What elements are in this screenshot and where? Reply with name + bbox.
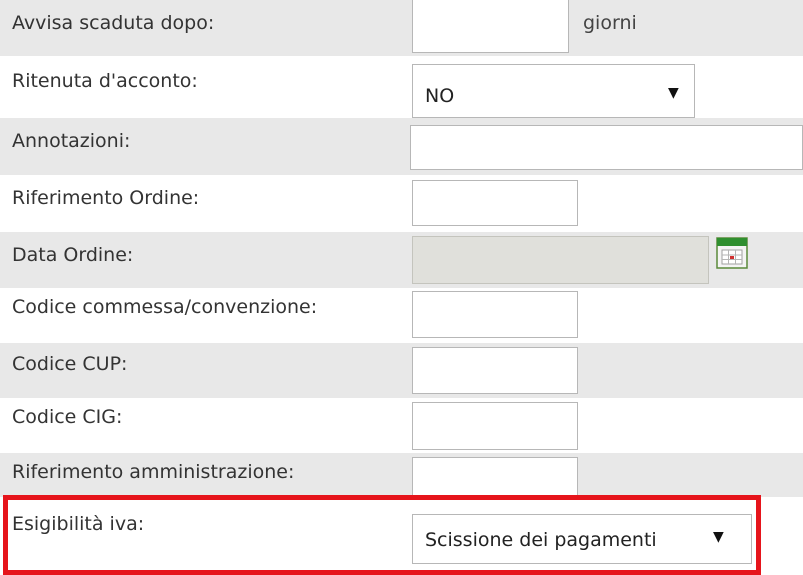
riferimento-ordine-label: Riferimento Ordine:: [12, 187, 200, 209]
data-ordine-input[interactable]: [412, 236, 709, 284]
row-avvisa-scaduta: Avvisa scaduta dopo: giorni: [0, 0, 803, 56]
row-codice-cig: Codice CIG:: [0, 398, 803, 453]
row-codice-commessa: Codice commessa/convenzione:: [0, 288, 803, 343]
codice-cup-label: Codice CUP:: [12, 353, 128, 375]
codice-cig-input[interactable]: [412, 402, 578, 450]
row-codice-cup: Codice CUP:: [0, 343, 803, 398]
ritenuta-acconto-value: NO: [425, 85, 455, 107]
ritenuta-acconto-label: Ritenuta d'acconto:: [12, 70, 198, 92]
row-data-ordine: Data Ordine:: [0, 232, 803, 288]
avvisa-scaduta-label: Avvisa scaduta dopo:: [12, 12, 215, 34]
ritenuta-acconto-select[interactable]: NO ▼: [412, 64, 695, 118]
giorni-unit-label: giorni: [583, 12, 637, 34]
highlight-box: [3, 495, 761, 575]
calendar-icon[interactable]: [716, 237, 748, 269]
codice-commessa-label: Codice commessa/convenzione:: [12, 296, 318, 318]
riferimento-amministrazione-label: Riferimento amministrazione:: [12, 461, 295, 483]
codice-cup-input[interactable]: [412, 347, 578, 394]
row-ritenuta-acconto: Ritenuta d'acconto: NO ▼: [0, 56, 803, 118]
data-ordine-label: Data Ordine:: [12, 244, 134, 266]
row-annotazioni: Annotazioni:: [0, 118, 803, 175]
riferimento-amministrazione-input[interactable]: [412, 457, 578, 497]
codice-cig-label: Codice CIG:: [12, 406, 123, 428]
riferimento-ordine-input[interactable]: [412, 180, 578, 226]
chevron-down-icon: ▼: [668, 85, 679, 101]
row-riferimento-amministrazione: Riferimento amministrazione:: [0, 453, 803, 497]
codice-commessa-input[interactable]: [412, 291, 578, 338]
annotazioni-input[interactable]: [410, 125, 803, 170]
avvisa-scaduta-input[interactable]: [412, 0, 569, 53]
row-riferimento-ordine: Riferimento Ordine:: [0, 175, 803, 232]
annotazioni-label: Annotazioni:: [12, 130, 131, 152]
